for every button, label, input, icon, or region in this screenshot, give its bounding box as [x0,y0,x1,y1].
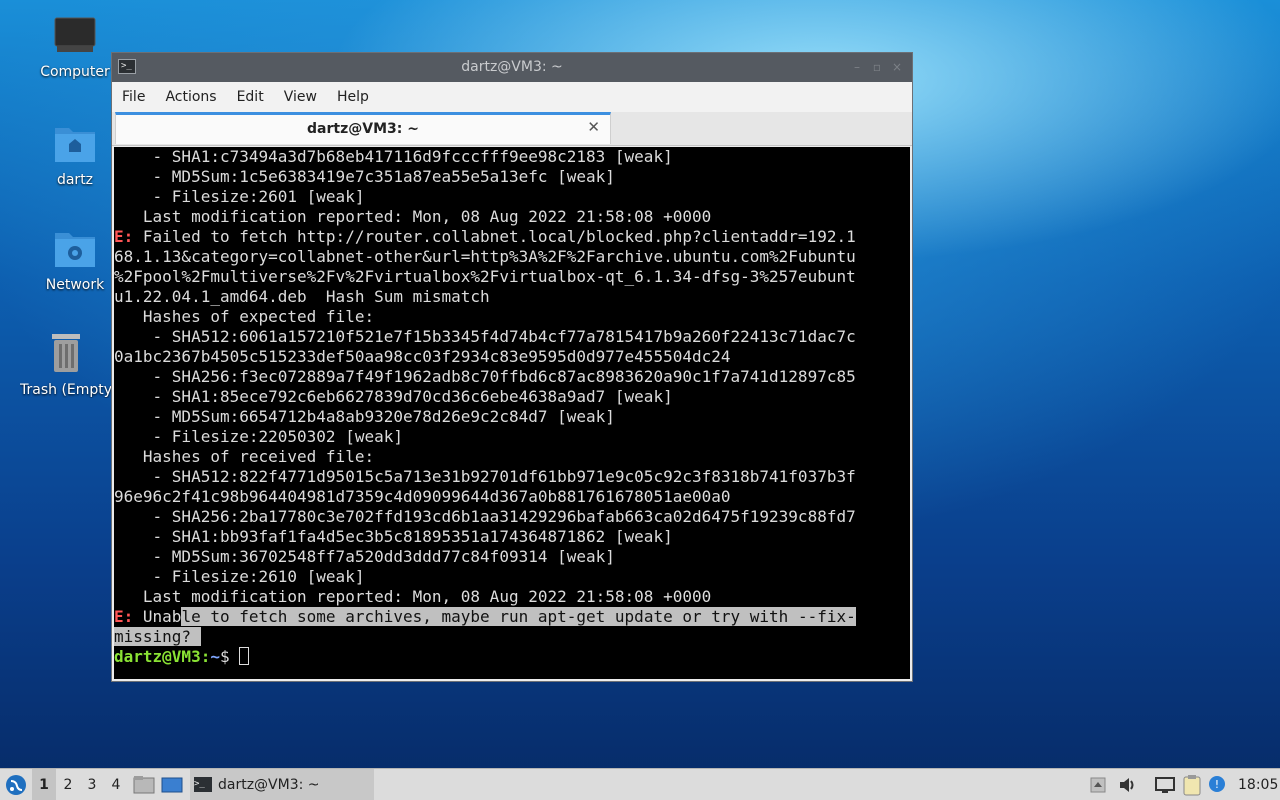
menu-view[interactable]: View [284,89,317,105]
terminal-line: - SHA1:85ece792c6eb6627839d70cd36c6ebe46… [114,387,673,406]
desktop-icon-label: dartz [56,172,94,188]
terminal-output[interactable]: - SHA1:c73494a3d7b68eb417116d9fcccfff9ee… [114,147,910,679]
home-folder-icon [25,122,125,168]
menu-help[interactable]: Help [337,89,369,105]
svg-text:!: ! [1215,778,1219,791]
terminal-line: 0a1bc2367b4505c515233def50aa98cc03f2934c… [114,347,731,366]
clipboard-icon [1183,774,1201,795]
terminal-line: Last modification reported: Mon, 08 Aug … [114,587,712,606]
terminal-text: Failed to fetch http://router.collabnet.… [133,227,856,246]
desktop-icon-label: Trash (Empty) [20,382,112,398]
computer-icon [25,16,125,60]
workspace-3[interactable]: 3 [80,769,104,800]
desktop-icon-label: Network [45,277,105,293]
terminal-line: - SHA512:6061a157210f521e7f15b3345f4d74b… [114,327,856,346]
clipboard-tray[interactable] [1182,769,1202,800]
menu-file[interactable]: File [122,89,145,105]
terminal-line: - SHA256:2ba17780c3e702ffd193cd6b1aa3142… [114,507,856,526]
network-tray[interactable] [1154,769,1176,800]
terminal-line: - MD5Sum:1c5e6383419e7c351a87ea55e5a13ef… [114,167,615,186]
error-prefix: E: [114,607,134,626]
prompt-user: dartz@VM3: [114,647,211,666]
lxqt-logo-icon [6,774,26,795]
terminal-text: Unab [133,607,182,626]
terminal-line: - Filesize:2610 [weak] [114,567,365,586]
taskbar: 1 2 3 4 >_ dartz@VM3: ~ ! 18:05 [0,768,1280,800]
workspace-1[interactable]: 1 [32,769,56,800]
tab-close-icon[interactable]: ✕ [587,118,600,136]
terminal-line: - SHA1:bb93faf1fa4d5ec3b5c81895351a17436… [114,527,673,546]
close-icon[interactable]: × [890,60,904,74]
selected-text: le to fetch some archives, maybe run apt… [181,607,856,626]
terminal-line: u1.22.04.1_amd64.deb Hash Sum mismatch [114,287,490,306]
show-desktop-icon [161,777,183,792]
menu-edit[interactable]: Edit [237,89,264,105]
tab-bar: dartz@VM3: ~ ✕ [112,112,912,146]
file-manager-icon [133,775,155,793]
tab-label: dartz@VM3: ~ [307,121,419,137]
window-title: dartz@VM3: ~ [461,59,563,75]
tab-terminal[interactable]: dartz@VM3: ~ ✕ [115,112,611,144]
terminal-icon: >_ [194,777,212,792]
terminal-line: Hashes of received file: [114,447,375,466]
volume-control[interactable] [1118,769,1138,800]
terminal-line: 68.1.13&category=collabnet-other&url=htt… [114,247,856,266]
terminal-line: - SHA1:c73494a3d7b68eb417116d9fcccfff9ee… [114,147,673,166]
terminal-line: - SHA512:822f4771d95015c5a713e31b92701df… [114,467,856,486]
minimize-icon[interactable]: – [850,60,864,74]
desktop-icon-network[interactable]: Network [25,227,125,293]
volume-icon [1120,777,1134,792]
terminal-line: - Filesize:22050302 [weak] [114,427,403,446]
window-titlebar[interactable]: >_ dartz@VM3: ~ – ▫ × [112,53,912,82]
prompt-path: ~ [210,647,220,666]
workspace-4[interactable]: 4 [104,769,128,800]
text-cursor [239,647,250,665]
task-label: dartz@VM3: ~ [218,776,320,793]
terminal-line: Last modification reported: Mon, 08 Aug … [114,207,712,226]
network-icon [1155,776,1175,793]
terminal-line: - MD5Sum:36702548ff7a520dd3ddd77c84f0931… [114,547,615,566]
desktop-icon-home[interactable]: dartz [25,122,125,188]
error-prefix: E: [114,227,134,246]
terminal-line: Hashes of expected file: [114,307,375,326]
desktop-launcher[interactable] [161,769,183,800]
prompt-line: dartz@VM3:~$ [114,647,910,667]
desktop-icon-trash[interactable]: Trash (Empty) [20,330,112,398]
eject-icon [1090,777,1106,792]
desktop-icon-label: Computer [40,64,110,80]
terminal-window: >_ dartz@VM3: ~ – ▫ × File Actions Edit … [111,52,913,682]
menubar: File Actions Edit View Help [112,82,912,112]
desktop-icon-computer[interactable]: Computer [25,16,125,80]
menu-actions[interactable]: Actions [165,89,216,105]
tray-arrow[interactable] [1090,769,1106,800]
prompt-symbol: $ [219,647,240,666]
terminal-error-line: E: Unable to fetch some archives, maybe … [114,607,910,627]
terminal-error-line: E: Failed to fetch http://router.collabn… [114,227,910,247]
trash-icon [20,330,112,378]
notification-icon: ! [1209,775,1225,792]
terminal-line: - Filesize:2601 [weak] [114,187,365,206]
terminal-line: missing? [114,627,910,647]
terminal-line: - SHA256:f3ec072889a7f49f1962adb8c70ffbd… [114,367,856,386]
terminal-line: 96e96c2f41c98b964404981d7359c4d09099644d… [114,487,731,506]
terminal-line: %2Fpool%2Fmultiverse%2Fv%2Fvirtualbox%2F… [114,267,856,286]
file-manager-launcher[interactable] [133,769,155,800]
start-menu-button[interactable] [4,769,28,800]
terminal-line: - MD5Sum:6654712b4a8ab9320e78d26e9c2c84d… [114,407,615,426]
update-notifier[interactable]: ! [1208,769,1228,800]
maximize-icon[interactable]: ▫ [870,60,884,74]
selected-text: missing? [114,627,201,646]
network-folder-icon [25,227,125,273]
task-button-terminal[interactable]: >_ dartz@VM3: ~ [190,769,374,800]
workspace-2[interactable]: 2 [56,769,80,800]
clock[interactable]: 18:05 [1238,769,1278,800]
